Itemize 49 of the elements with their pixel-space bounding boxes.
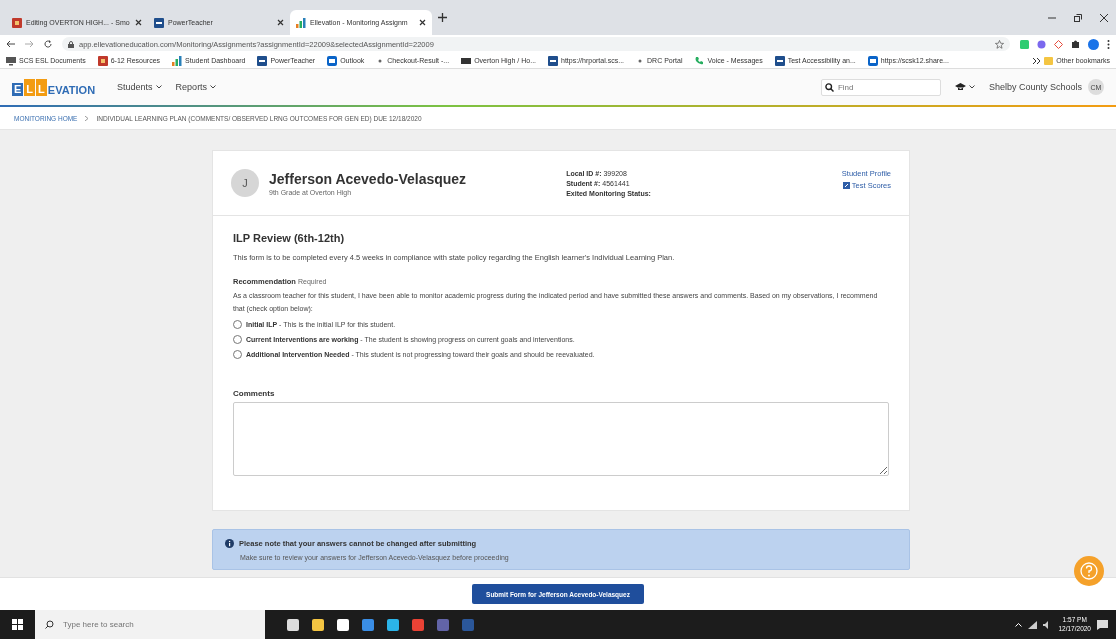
taskbar-search-field[interactable]: Type here to search (35, 610, 265, 639)
close-icon[interactable] (419, 19, 426, 26)
search-icon (45, 620, 54, 629)
lock-icon (68, 40, 74, 48)
chevron-down-icon (155, 85, 162, 89)
square-icon (97, 55, 108, 66)
star-icon[interactable] (995, 39, 1004, 49)
radio-button[interactable] (233, 335, 242, 345)
monitor-icon (6, 55, 16, 66)
search-icon (824, 82, 834, 92)
chevron-down-icon (968, 85, 975, 89)
nav-menu[interactable]: Students (117, 82, 162, 92)
role-menu[interactable] (954, 83, 975, 91)
notification-icon[interactable] (1097, 619, 1108, 630)
square-icon (154, 17, 164, 28)
close-icon[interactable] (277, 19, 284, 26)
back-icon[interactable] (6, 40, 15, 48)
new-tab-icon[interactable] (438, 13, 447, 22)
radio-button[interactable] (233, 350, 242, 360)
comments-field[interactable] (233, 402, 889, 477)
windows-start-icon[interactable] (12, 619, 23, 630)
organization-name: Shelby County Schools (988, 82, 1082, 92)
phone-icon (694, 55, 705, 66)
chevron-down-icon (210, 85, 217, 89)
logo[interactable]: E L L EVATION (12, 78, 96, 96)
student-avatar: J (231, 169, 259, 197)
chevron-right-icon (85, 115, 89, 121)
square-icon (461, 55, 472, 66)
search-field[interactable]: Find (820, 78, 941, 96)
external-link-icon (842, 182, 850, 189)
bar-chart-icon (172, 55, 183, 66)
graduation-cap-icon (954, 83, 966, 91)
square-icon (12, 17, 22, 28)
profile-avatar-icon[interactable] (1088, 38, 1099, 50)
network-icon[interactable] (1028, 620, 1038, 629)
form-title: ILP Review (6th-12th) (233, 232, 346, 244)
chevron-icon[interactable] (1033, 57, 1041, 64)
restore-icon[interactable] (1074, 13, 1082, 22)
info-icon (225, 539, 234, 549)
student-name: Jefferson Acevedo-Velasquez (269, 170, 467, 187)
nav-menu[interactable]: Reports (175, 82, 217, 92)
menu-icon[interactable] (1107, 39, 1110, 49)
reload-icon[interactable] (44, 40, 52, 48)
chevron-up-icon[interactable] (1015, 622, 1023, 627)
radio-button[interactable] (233, 320, 242, 330)
close-icon[interactable] (1100, 13, 1108, 22)
bar-chart-icon (296, 17, 306, 28)
field-label: Comments (233, 389, 276, 399)
close-icon[interactable] (135, 19, 142, 26)
